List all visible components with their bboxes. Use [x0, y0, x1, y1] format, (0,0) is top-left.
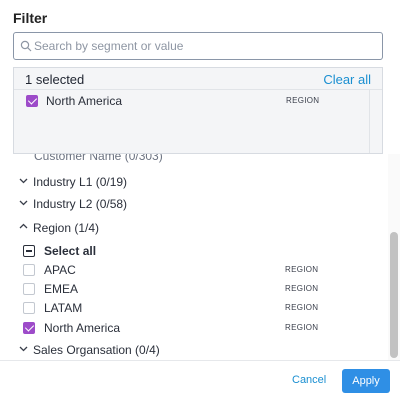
select-all-row[interactable]: Select all	[0, 241, 388, 261]
dialog-title: Filter	[13, 10, 48, 26]
search-icon	[20, 40, 32, 52]
list-item-emea[interactable]: EMEA REGION	[0, 279, 388, 299]
list-item-latam[interactable]: LATAM REGION	[0, 298, 388, 318]
search-input[interactable]	[34, 34, 374, 58]
apply-button[interactable]: Apply	[342, 369, 390, 393]
group-header-industry-l1[interactable]: Industry L1 (0/19)	[0, 172, 388, 192]
selected-panel-scrollbar[interactable]	[369, 90, 382, 153]
list-item-north-america[interactable]: North America REGION	[0, 318, 388, 338]
group-label: Sales Organsation (0/4)	[33, 343, 160, 357]
list-item-apac[interactable]: APAC REGION	[0, 260, 388, 280]
list-item-label: LATAM	[44, 301, 83, 315]
list-item-tag: REGION	[285, 303, 319, 312]
group-header-region[interactable]: Region (1/4)	[0, 218, 388, 238]
selected-item-tag: REGION	[286, 96, 320, 105]
list-item-label: North America	[44, 321, 121, 335]
list-item-tag: REGION	[285, 284, 319, 293]
selected-item[interactable]: North America REGION	[14, 91, 369, 111]
chevron-down-icon	[19, 346, 28, 352]
checkbox-checked[interactable]	[23, 322, 35, 334]
search-field[interactable]	[13, 32, 383, 60]
selected-values-panel: 1 selected Clear all North America REGIO…	[13, 67, 383, 154]
chevron-down-icon	[19, 178, 28, 184]
selected-panel-header: 1 selected Clear all	[14, 68, 382, 90]
list-scrollbar[interactable]	[388, 154, 400, 360]
group-header-sales-organsation[interactable]: Sales Organsation (0/4)	[0, 340, 388, 360]
dialog-footer: Cancel Apply	[0, 360, 400, 398]
list-item-label: EMEA	[44, 282, 79, 296]
clear-all-link[interactable]: Clear all	[323, 72, 371, 87]
group-header-industry-l2[interactable]: Industry L2 (0/58)	[0, 194, 388, 214]
select-all-label: Select all	[44, 244, 97, 258]
group-header-partial: Customer Name (0/303)	[34, 154, 163, 163]
selected-count: 1 selected	[25, 72, 85, 87]
group-label: Industry L1 (0/19)	[33, 175, 128, 189]
scrollbar-thumb[interactable]	[390, 232, 398, 358]
list-item-tag: REGION	[285, 265, 319, 274]
checkbox[interactable]	[23, 264, 35, 276]
list-item-tag: REGION	[285, 323, 319, 332]
checkbox[interactable]	[23, 302, 35, 314]
selected-item-label: North America	[46, 94, 123, 108]
checkbox-indeterminate[interactable]	[23, 245, 35, 257]
chevron-up-icon	[19, 223, 28, 229]
checkbox-checked[interactable]	[26, 95, 38, 107]
segment-list: Customer Name (0/303) Industry L1 (0/19)…	[0, 154, 388, 360]
group-label: Region (1/4)	[33, 221, 100, 235]
cancel-button[interactable]: Cancel	[292, 374, 326, 386]
checkbox[interactable]	[23, 283, 35, 295]
group-label: Industry L2 (0/58)	[33, 197, 128, 211]
chevron-down-icon	[19, 200, 28, 206]
list-item-label: APAC	[44, 263, 76, 277]
